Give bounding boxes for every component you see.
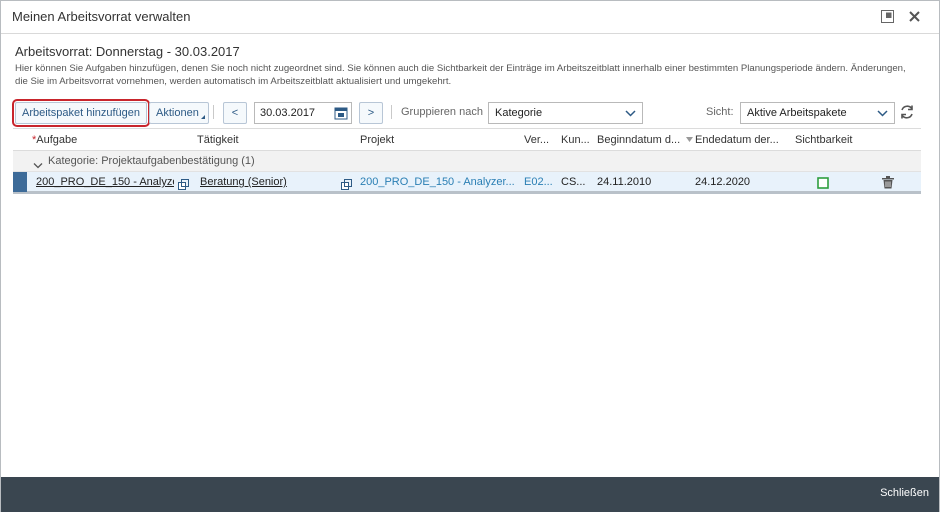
actions-label: Aktionen bbox=[156, 107, 199, 119]
column-label: Aufgabe bbox=[36, 134, 78, 146]
copy-icon[interactable] bbox=[341, 177, 352, 195]
column-header-begin[interactable]: Beginndatum d... bbox=[597, 134, 694, 146]
column-header-end[interactable]: Endedatum der... bbox=[695, 134, 779, 146]
chevron-down-icon bbox=[625, 108, 636, 122]
page-description: Hier können Sie Aufgaben hinzufügen, den… bbox=[15, 63, 906, 87]
group-label: Kategorie: Projektaufgabenbestätigung (1… bbox=[48, 155, 255, 167]
group-by-label: Gruppieren nach bbox=[401, 106, 483, 118]
chevron-down-icon bbox=[877, 108, 888, 122]
group-by-value: Kategorie bbox=[495, 107, 543, 119]
maximize-icon[interactable] bbox=[881, 10, 894, 23]
close-icon[interactable] bbox=[908, 10, 921, 23]
add-work-package-button[interactable]: Arbeitspaket hinzufügen bbox=[11, 99, 151, 127]
column-label: Beginndatum d... bbox=[597, 134, 681, 146]
date-value: 30.03.2017 bbox=[260, 107, 316, 119]
task-link[interactable]: 200_PRO_DE_150 - Analyze bbox=[36, 176, 174, 188]
group-row[interactable]: Kategorie: Projektaufgabenbestätigung (1… bbox=[13, 151, 921, 172]
dialog-titlebar: Meinen Arbeitsvorrat verwalten bbox=[1, 1, 939, 34]
manage-worklist-dialog: Meinen Arbeitsvorrat verwalten Arbeitsvo… bbox=[0, 0, 940, 512]
dialog-footer: Schließen bbox=[1, 477, 939, 512]
copy-icon[interactable] bbox=[178, 177, 189, 195]
table-header: *Aufgabe Tätigkeit Projekt Ver... Kun...… bbox=[13, 128, 921, 151]
actions-button[interactable]: Aktionen bbox=[149, 102, 209, 124]
toolbar-separator bbox=[391, 105, 392, 119]
dropdown-corner-icon bbox=[200, 115, 205, 119]
column-header-ver[interactable]: Ver... bbox=[524, 134, 549, 146]
customer-cell: CS... bbox=[561, 176, 586, 188]
column-header-projekt[interactable]: Projekt bbox=[360, 134, 394, 146]
dialog-title: Meinen Arbeitsvorrat verwalten bbox=[12, 9, 191, 24]
begin-date-cell: 24.11.2010 bbox=[597, 176, 652, 188]
view-label: Sicht: bbox=[706, 106, 734, 118]
visibility-checkbox[interactable] bbox=[817, 176, 829, 194]
column-header-kun[interactable]: Kun... bbox=[561, 134, 590, 146]
next-day-button[interactable]: > bbox=[359, 102, 383, 124]
sort-desc-icon bbox=[686, 137, 694, 143]
view-value: Aktive Arbeitspakete bbox=[747, 107, 847, 119]
previous-day-button[interactable]: < bbox=[223, 102, 247, 124]
view-select[interactable]: Aktive Arbeitspakete bbox=[740, 102, 895, 124]
page-title: Arbeitsvorrat: Donnerstag - 30.03.2017 bbox=[15, 44, 240, 59]
close-button[interactable]: Schließen bbox=[880, 487, 929, 499]
group-by-select[interactable]: Kategorie bbox=[488, 102, 643, 124]
version-link[interactable]: E02... bbox=[524, 176, 553, 188]
column-header-aufgabe[interactable]: *Aufgabe bbox=[32, 134, 77, 146]
refresh-icon[interactable] bbox=[899, 104, 915, 125]
row-selection-marker[interactable] bbox=[13, 172, 27, 192]
trash-icon[interactable] bbox=[882, 176, 894, 194]
calendar-icon[interactable] bbox=[334, 106, 348, 123]
project-link[interactable]: 200_PRO_DE_150 - Analyzer... bbox=[360, 176, 518, 188]
table-row[interactable]: 200_PRO_DE_150 - Analyze Beratung (Senio… bbox=[13, 172, 921, 194]
toolbar-separator bbox=[213, 105, 214, 119]
column-header-taetigkeit[interactable]: Tätigkeit bbox=[197, 134, 239, 146]
end-date-cell: 24.12.2020 bbox=[695, 176, 751, 188]
date-input[interactable]: 30.03.2017 bbox=[254, 102, 352, 124]
activity-link[interactable]: Beratung (Senior) bbox=[200, 176, 287, 188]
column-header-visibility[interactable]: Sichtbarkeit bbox=[795, 134, 852, 146]
